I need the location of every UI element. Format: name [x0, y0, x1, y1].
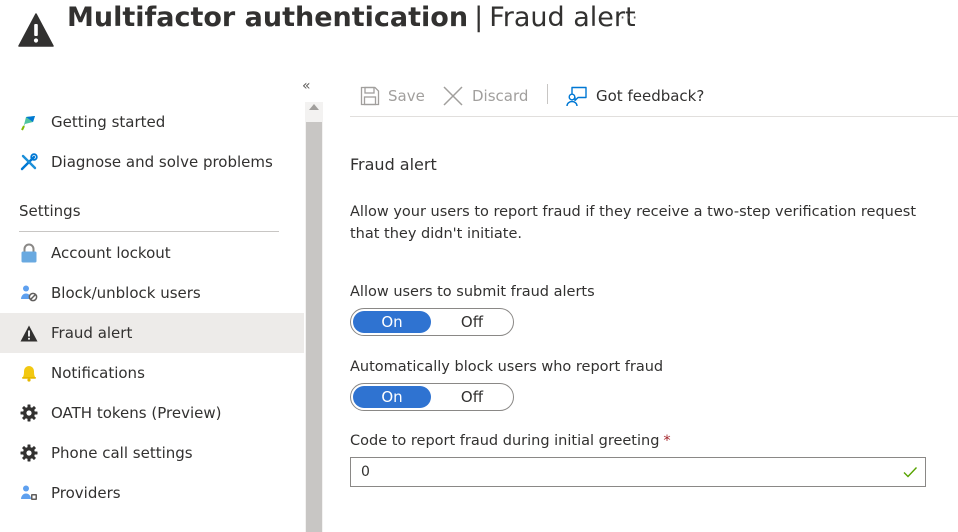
sidebar-item-label: Phone call settings [51, 444, 193, 462]
allow-fraud-alerts-label: Allow users to submit fraud alerts [350, 284, 595, 300]
sidebar-item-label: Providers [51, 484, 121, 502]
page-title: Multifactor authentication | Fraud alert [67, 2, 636, 33]
feedback-icon [566, 86, 587, 107]
sidebar-scrollbar[interactable] [305, 102, 323, 532]
lock-icon [19, 243, 39, 263]
collapse-sidebar-button[interactable]: « [302, 78, 311, 94]
checkmark-icon [903, 467, 918, 478]
warning-icon [19, 323, 39, 343]
sidebar-item-label: Notifications [51, 364, 145, 382]
page-title-main: Multifactor authentication [67, 2, 469, 33]
fraud-code-label-text: Code to report fraud during initial gree… [350, 433, 660, 449]
sidebar-item-diagnose[interactable]: Diagnose and solve problems [0, 142, 304, 182]
save-label: Save [388, 87, 425, 105]
sidebar-item-getting-started[interactable]: Getting started [0, 102, 304, 142]
command-bar: Save Discard Got feedback? [350, 78, 958, 117]
sidebar-item-notifications[interactable]: Notifications [0, 353, 304, 393]
auto-block-label: Automatically block users who report fra… [350, 359, 664, 375]
bell-icon [19, 363, 39, 383]
sidebar-item-label: Block/unblock users [51, 284, 201, 302]
gear-icon [19, 403, 39, 423]
discard-label: Discard [472, 87, 529, 105]
sidebar-item-account-lockout[interactable]: Account lockout [0, 233, 304, 273]
scroll-up-arrow-icon[interactable] [309, 104, 319, 110]
toggle-off-option[interactable]: Off [433, 311, 511, 333]
scrollbar-thumb[interactable] [306, 122, 322, 532]
sidebar-item-block-unblock[interactable]: Block/unblock users [0, 273, 304, 313]
page-header: Multifactor authentication | Fraud alert ·… [0, 0, 958, 60]
toolbar-separator [547, 84, 548, 104]
sidebar-item-providers[interactable]: Providers [0, 473, 304, 513]
gear-icon [19, 443, 39, 463]
discard-button[interactable]: Discard [442, 82, 528, 110]
allow-fraud-alerts-toggle[interactable]: On Off [350, 308, 514, 336]
feedback-label: Got feedback? [596, 87, 705, 105]
description-text: Allow your users to report fraud if they… [350, 204, 917, 242]
provider-icon [19, 483, 39, 503]
section-title: Fraud alert [350, 155, 437, 174]
sidebar-item-oath-tokens[interactable]: OATH tokens (Preview) [0, 393, 304, 433]
close-icon [443, 86, 463, 106]
wrench-icon [19, 152, 39, 172]
toggle-on-option[interactable]: On [353, 311, 431, 333]
save-button[interactable]: Save [360, 82, 425, 110]
feedback-button[interactable]: Got feedback? [566, 82, 704, 110]
toggle-on-option[interactable]: On [353, 386, 431, 408]
block-user-icon [19, 283, 39, 303]
more-options-button[interactable]: ··· [620, 8, 638, 27]
sidebar-item-label: Getting started [51, 113, 166, 131]
save-icon [360, 86, 380, 106]
fraud-code-input[interactable] [361, 462, 881, 482]
sidebar-item-phone-call-settings[interactable]: Phone call settings [0, 433, 304, 473]
sidebar-item-label: OATH tokens (Preview) [51, 404, 222, 422]
sidebar-item-label: Diagnose and solve problems [51, 153, 273, 171]
section-header-settings: Settings [19, 202, 81, 220]
fraud-code-field[interactable] [350, 457, 926, 487]
toggle-off-option[interactable]: Off [433, 386, 511, 408]
page-title-sub: Fraud alert [489, 2, 636, 33]
required-marker: * [663, 433, 671, 449]
section-divider [19, 231, 279, 232]
sidebar-item-label: Fraud alert [51, 324, 133, 342]
sidebar-item-label: Account lockout [51, 244, 171, 262]
auto-block-toggle[interactable]: On Off [350, 383, 514, 411]
quickstart-icon [19, 112, 39, 132]
fraud-code-label: Code to report fraud during initial gree… [350, 433, 671, 449]
warning-icon [18, 13, 54, 47]
sidebar-item-fraud-alert[interactable]: Fraud alert [0, 313, 304, 353]
title-separator: | [474, 2, 484, 33]
